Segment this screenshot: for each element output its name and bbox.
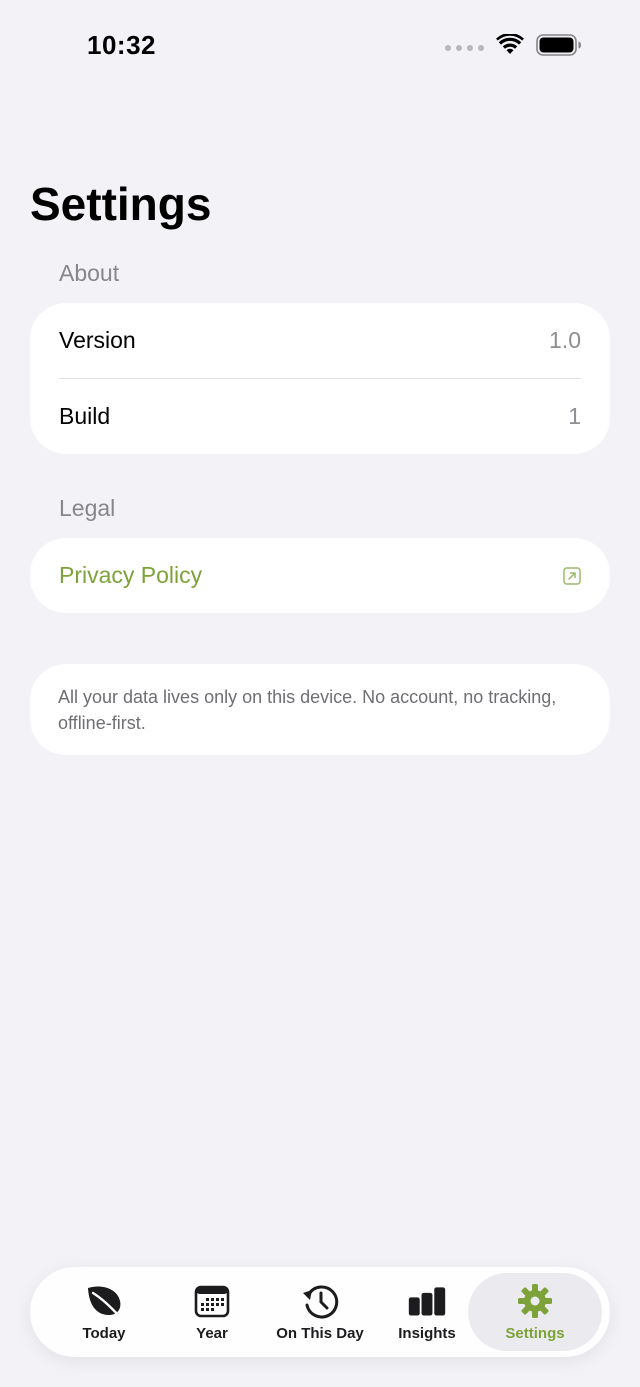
version-row: Version 1.0 — [30, 303, 610, 378]
tab-today-label: Today — [82, 1324, 126, 1342]
privacy-note: All your data lives only on this device.… — [30, 664, 610, 755]
privacy-policy-link[interactable]: Privacy Policy — [30, 538, 610, 613]
page-title: Settings — [30, 178, 212, 230]
build-label: Build — [59, 403, 111, 429]
tab-bar: Today Year On This Day Insights Settings — [30, 1267, 610, 1357]
build-value: 1 — [568, 403, 581, 429]
external-link-icon — [563, 566, 581, 585]
section-header-legal: Legal — [59, 495, 116, 521]
bar-chart-icon — [407, 1283, 447, 1319]
build-row: Build 1 — [30, 379, 610, 454]
status-icons — [445, 34, 582, 56]
history-clock-icon — [300, 1283, 340, 1319]
tab-settings[interactable]: Settings — [468, 1267, 602, 1357]
about-card: Version 1.0 Build 1 — [30, 303, 610, 454]
tab-insights[interactable]: Insights — [376, 1267, 478, 1357]
settings-screen: 10:32 Settings About Version 1.0 Build 1… — [0, 0, 640, 1387]
privacy-policy-label: Privacy Policy — [59, 562, 203, 588]
tab-insights-label: Insights — [398, 1324, 456, 1342]
wifi-icon — [496, 34, 524, 54]
status-time: 10:32 — [87, 30, 156, 60]
tab-on-this-day[interactable]: On This Day — [264, 1267, 376, 1357]
status-bar: 10:32 — [0, 0, 640, 95]
tab-on-this-day-label: On This Day — [276, 1324, 364, 1342]
battery-icon — [536, 34, 581, 56]
legal-card: Privacy Policy — [30, 538, 610, 613]
calendar-icon — [192, 1283, 232, 1319]
leaf-icon — [84, 1283, 124, 1319]
section-header-about: About — [59, 260, 120, 286]
tab-year[interactable]: Year — [160, 1267, 264, 1357]
tab-today[interactable]: Today — [48, 1267, 160, 1357]
version-label: Version — [59, 327, 136, 353]
gear-icon — [515, 1283, 555, 1319]
version-value: 1.0 — [549, 327, 581, 353]
tab-year-label: Year — [196, 1324, 228, 1342]
cellular-signal-icon — [445, 45, 484, 51]
tab-settings-label: Settings — [505, 1324, 565, 1342]
